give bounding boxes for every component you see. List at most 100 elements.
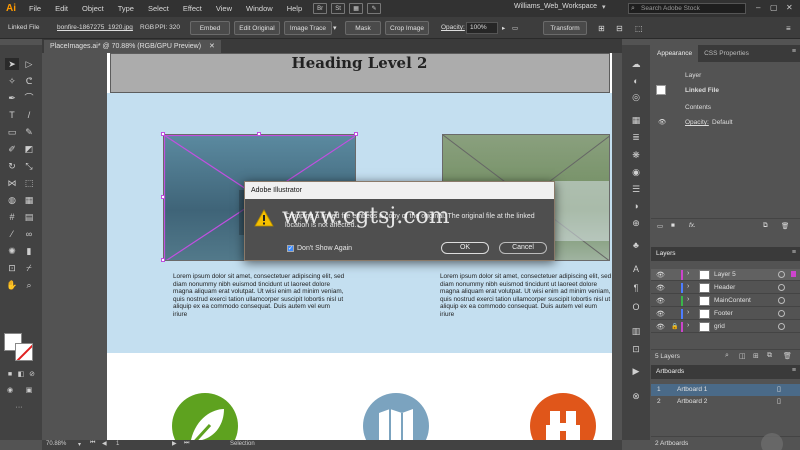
stroke-swatch[interactable]: [15, 343, 33, 361]
heading-text[interactable]: Heading Level 2: [107, 53, 612, 73]
appearance-icon[interactable]: ⊕: [629, 217, 643, 229]
brushes-icon[interactable]: ≣: [629, 131, 643, 143]
add-fill-icon[interactable]: ■: [671, 222, 675, 229]
linked-file-name[interactable]: bonfire-1867275_1920.jpg: [57, 24, 133, 31]
mask-button[interactable]: Mask: [345, 21, 381, 35]
menu-file[interactable]: File: [22, 4, 48, 13]
scale-tool-icon[interactable]: ⤡: [22, 160, 36, 172]
arrange-documents-icon[interactable]: ▦: [349, 3, 364, 14]
menu-edit[interactable]: Edit: [48, 4, 75, 13]
shaper-tool-icon[interactable]: ✐: [5, 143, 19, 155]
opacity-chevron-icon[interactable]: ▸: [502, 24, 505, 32]
prev-artboard-icon[interactable]: ◀: [102, 440, 107, 447]
artboard-row[interactable]: 1 Artboard 1 ▯: [651, 384, 800, 396]
club-icon[interactable]: ♣: [629, 239, 643, 251]
stock-search-input[interactable]: ⌕ Search Adobe Stock: [628, 3, 746, 14]
artboard-name[interactable]: Artboard 1: [677, 384, 707, 396]
workspace-switcher[interactable]: Williams_Web_Workspace: [514, 3, 597, 10]
layer-row[interactable]: 👁 › Layer 5: [651, 269, 800, 281]
close-icon[interactable]: ✕: [786, 3, 793, 12]
delete-layer-icon[interactable]: 🗑: [783, 352, 792, 360]
opacity-label[interactable]: Opacity:: [441, 24, 465, 31]
layer-name[interactable]: MainContent: [714, 297, 751, 304]
column-graph-tool-icon[interactable]: ▮: [22, 245, 36, 257]
artboard-tool-icon[interactable]: ⊡: [5, 262, 19, 274]
lasso-tool-icon[interactable]: ᕦ: [22, 75, 36, 87]
document-tab[interactable]: PlaceImages.ai* @ 70.88% (RGB/GPU Previe…: [44, 40, 221, 53]
none-mode-icon[interactable]: ⊘: [25, 369, 39, 381]
layer-target-icon[interactable]: [778, 310, 785, 317]
transparency-icon[interactable]: ◑: [629, 200, 643, 212]
ok-button[interactable]: OK: [441, 242, 489, 254]
layer-target-icon[interactable]: [778, 297, 785, 304]
menu-select[interactable]: Select: [141, 4, 176, 13]
tab-css-properties[interactable]: CSS Properties: [698, 45, 755, 62]
last-artboard-icon[interactable]: ⏭: [184, 440, 189, 447]
expand-chevron-icon[interactable]: ›: [687, 296, 689, 303]
artboard-number-field[interactable]: 1: [116, 441, 119, 447]
binoculars-icon[interactable]: [530, 393, 596, 440]
selection-handle[interactable]: [161, 258, 165, 262]
delete-item-icon[interactable]: 🗑: [781, 222, 789, 230]
layer-name[interactable]: Header: [714, 284, 735, 291]
layer-target-icon[interactable]: [778, 271, 785, 278]
selection-handle[interactable]: [161, 195, 165, 199]
expand-chevron-icon[interactable]: ›: [687, 283, 689, 290]
body-text-left[interactable]: Lorem ipsum dolor sit amet, consectetuer…: [173, 273, 345, 319]
layer-name[interactable]: grid: [714, 323, 725, 330]
make-clipping-mask-icon[interactable]: ◫: [739, 352, 746, 360]
align-center-icon[interactable]: ⊞: [598, 24, 605, 33]
eraser-tool-icon[interactable]: ◩: [22, 143, 36, 155]
zoom-chevron-icon[interactable]: ▾: [78, 441, 81, 448]
bridge-icon[interactable]: Br: [313, 3, 328, 14]
transform-button[interactable]: Transform: [543, 21, 587, 35]
menu-object[interactable]: Object: [75, 4, 111, 13]
artboard-options-icon[interactable]: ▯: [777, 384, 781, 396]
checkbox-checked-icon[interactable]: ✓: [287, 245, 294, 252]
pen-tool-icon[interactable]: ✒: [5, 92, 19, 104]
gpu-icon[interactable]: ✎: [367, 3, 382, 14]
menu-window[interactable]: Window: [239, 4, 280, 13]
minimize-icon[interactable]: –: [756, 3, 760, 12]
links-icon[interactable]: ⊗: [629, 390, 643, 402]
visibility-eye-icon[interactable]: 👁: [658, 118, 666, 126]
next-artboard-icon[interactable]: ▶: [172, 440, 177, 447]
tab-close-icon[interactable]: ✕: [209, 43, 215, 50]
crop-image-button[interactable]: Crop Image: [385, 21, 429, 35]
draw-normal-icon[interactable]: ◉: [3, 385, 17, 397]
shape-builder-tool-icon[interactable]: ◍: [5, 194, 19, 206]
opacity-label-link[interactable]: Opacity:: [685, 119, 709, 126]
width-tool-icon[interactable]: ⋈: [5, 177, 19, 189]
mesh-tool-icon[interactable]: #: [5, 211, 19, 223]
visibility-eye-icon[interactable]: 👁: [656, 297, 665, 305]
artboard-row[interactable]: 2 Artboard 2 ▯: [651, 396, 800, 408]
fx-button[interactable]: fx.: [689, 222, 696, 229]
leaf-icon[interactable]: [172, 393, 238, 440]
character-icon[interactable]: A: [629, 263, 643, 275]
menu-type[interactable]: Type: [111, 4, 141, 13]
stroke-icon[interactable]: ☰: [629, 183, 643, 195]
layer-name[interactable]: Layer 5: [714, 271, 736, 278]
isolate-icon[interactable]: ⬚: [635, 24, 643, 33]
paintbrush-tool-icon[interactable]: ✎: [22, 126, 36, 138]
opentype-icon[interactable]: O: [629, 301, 643, 313]
duplicate-item-icon[interactable]: ⧉: [763, 222, 768, 230]
paragraph-icon[interactable]: ¶: [629, 282, 643, 294]
libraries-icon[interactable]: ☁: [629, 58, 643, 70]
lock-icon[interactable]: 🔒: [671, 323, 678, 330]
swatches-icon[interactable]: ▦: [629, 114, 643, 126]
map-icon[interactable]: [363, 393, 429, 440]
expand-chevron-icon[interactable]: ›: [687, 270, 689, 277]
tab-layers[interactable]: Layers: [656, 250, 676, 257]
panel-menu-icon[interactable]: ≡: [792, 48, 796, 55]
add-stroke-icon[interactable]: ▭: [657, 222, 663, 230]
gradient-tool-icon[interactable]: ▤: [22, 211, 36, 223]
free-transform-tool-icon[interactable]: ⬚: [22, 177, 36, 189]
control-bar-menu-icon[interactable]: ≡: [786, 24, 791, 33]
type-tool-icon[interactable]: T: [5, 109, 19, 121]
screen-mode-icon[interactable]: ▣: [22, 385, 36, 397]
expand-chevron-icon[interactable]: ›: [687, 309, 689, 316]
symbol-sprayer-tool-icon[interactable]: ✺: [5, 245, 19, 257]
selection-handle[interactable]: [257, 132, 261, 136]
perspective-grid-tool-icon[interactable]: ▦: [22, 194, 36, 206]
